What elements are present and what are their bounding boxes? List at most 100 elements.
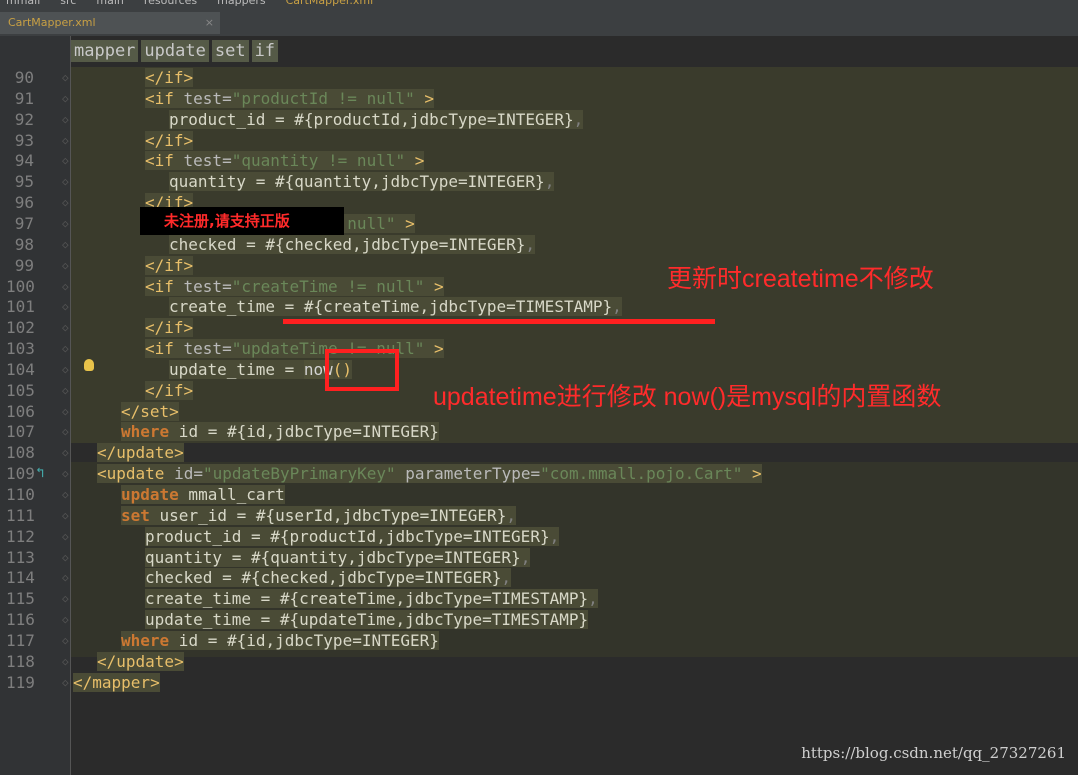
breadcrumb-item[interactable]: src — [60, 0, 76, 7]
fold-icon[interactable]: ◇ — [62, 463, 69, 484]
editor-tab-row: CartMapper.xml × — [0, 8, 1078, 37]
code-text[interactable]: </update> — [97, 442, 184, 463]
code-token: , — [520, 547, 531, 567]
code-text[interactable]: set user_id = #{userId,jdbcType=INTEGER}… — [121, 505, 516, 526]
code-text[interactable]: quantity = #{quantity,jdbcType=INTEGER}, — [145, 547, 531, 568]
code-text[interactable]: create_time = #{createTime,jdbcType=TIME… — [169, 296, 622, 317]
fold-icon[interactable]: ◇ — [62, 130, 69, 151]
fold-icon[interactable]: ◇ — [62, 255, 69, 276]
code-text[interactable]: </if> — [145, 67, 194, 88]
fold-icon[interactable]: ◇ — [62, 67, 69, 88]
code-text[interactable]: where id = #{id,jdbcType=INTEGER} — [121, 630, 439, 651]
breadcrumb-item[interactable]: mmall — [6, 0, 40, 7]
code-line: 110 ◇ update mmall_cart — [0, 484, 1078, 505]
fold-icon[interactable]: ◇ — [62, 505, 69, 526]
breadcrumb-item[interactable]: mappers — [217, 0, 265, 7]
code-token: <if — [145, 88, 184, 108]
code-text[interactable]: update mmall_cart — [121, 484, 285, 505]
code-text[interactable]: </if> — [145, 317, 194, 338]
breadcrumb-item[interactable]: main — [96, 0, 123, 7]
fold-icon[interactable]: ◇ — [62, 484, 69, 505]
fold-icon[interactable]: ◇ — [62, 609, 69, 630]
fold-icon[interactable]: ◇ — [62, 213, 69, 234]
code-text[interactable]: <if test="productId != null" > — [145, 88, 434, 109]
code-token: , — [506, 505, 516, 525]
code-text[interactable]: create_time = #{createTime,jdbcType=TIME… — [145, 588, 598, 609]
line-number: 91 — [14, 88, 34, 108]
fold-icon[interactable]: ◇ — [62, 359, 69, 380]
navigation-bar: mmall src main resources mappers CartMapper.x… — [0, 0, 1078, 8]
fold-icon[interactable]: ◇ — [62, 109, 69, 130]
code-token: <if — [145, 339, 184, 359]
code-text[interactable]: update_time = #{updateTime,jdbcType=TIME… — [145, 609, 589, 630]
code-line: 119 ◇ </mapper> — [0, 672, 1078, 693]
code-text[interactable]: </if> — [145, 255, 194, 276]
fold-icon[interactable]: ◇ — [62, 296, 69, 317]
override-arrow-icon[interactable]: ↰ — [36, 465, 44, 481]
fold-icon[interactable]: ◇ — [62, 150, 69, 171]
line-number: 95 — [14, 172, 34, 192]
line-number: 116 — [6, 610, 35, 630]
fold-icon[interactable]: ◇ — [62, 442, 69, 463]
fold-icon[interactable]: ◇ — [62, 171, 69, 192]
fold-icon[interactable]: ◇ — [62, 526, 69, 547]
code-line: 98 ◇ checked = #{checked,jdbcType=INTEGER}… — [0, 234, 1078, 255]
fold-icon[interactable]: ◇ — [62, 651, 69, 672]
fold-icon[interactable]: ◇ — [62, 630, 69, 651]
code-text[interactable]: </if> — [145, 130, 194, 151]
code-token: </set> — [121, 401, 179, 421]
code-text[interactable]: checked = #{checked,jdbcType=INTEGER}, — [169, 234, 536, 255]
fold-icon[interactable]: ◇ — [62, 317, 69, 338]
structure-item-mapper[interactable]: mapper — [71, 40, 139, 62]
code-text[interactable]: <update id="updateByPrimaryKey" paramete… — [97, 463, 762, 484]
code-text[interactable]: product_id = #{productId,jdbcType=INTEGE… — [169, 109, 584, 130]
code-text[interactable]: <if test="quantity != null" > — [145, 150, 425, 171]
code-text[interactable]: product_id = #{productId,jdbcType=INTEGE… — [145, 526, 560, 547]
fold-icon[interactable]: ◇ — [62, 276, 69, 297]
line-number: 109 — [6, 464, 35, 484]
breadcrumb-item[interactable]: resources — [144, 0, 197, 7]
close-icon[interactable]: × — [205, 12, 214, 34]
structure-item-set[interactable]: set — [211, 40, 249, 62]
code-text[interactable]: </if> — [145, 380, 194, 401]
line-number: 93 — [14, 130, 34, 150]
code-token: > — [424, 276, 444, 296]
code-token: where — [121, 630, 170, 650]
code-text[interactable]: </set> — [121, 401, 179, 422]
fold-icon[interactable]: ◇ — [62, 380, 69, 401]
lightbulb-icon[interactable] — [84, 359, 94, 371]
fold-icon[interactable]: ◇ — [62, 672, 69, 693]
fold-icon[interactable]: ◇ — [62, 421, 69, 442]
code-line: 112 ◇ product_id = #{productId,jdbcType=IN… — [0, 526, 1078, 547]
structure-item-if[interactable]: if — [251, 40, 279, 62]
file-tab[interactable]: CartMapper.xml × — [0, 12, 220, 34]
code-line: 118 ◇ </update> — [0, 651, 1078, 672]
code-token: test= — [183, 276, 232, 296]
code-token: mmall_cart — [178, 485, 285, 504]
line-number: 110 — [6, 485, 35, 504]
code-text[interactable]: quantity = #{quantity,jdbcType=INTEGER}, — [169, 171, 555, 192]
code-token: "quantity != null" — [231, 151, 406, 171]
fold-icon[interactable]: ◇ — [62, 338, 69, 359]
code-text[interactable]: where id = #{id,jdbcType=INTEGER} — [121, 421, 439, 442]
file-tab-title: CartMapper.xml — [8, 16, 96, 29]
code-text[interactable]: </mapper> — [73, 672, 160, 693]
code-token: update_time = #{updateTime,jdbcType=TIME… — [145, 610, 589, 630]
fold-icon[interactable]: ◇ — [62, 192, 69, 213]
code-text[interactable]: <if test="createTime != null" > — [145, 276, 444, 297]
breadcrumb-item[interactable]: CartMapper.xml — [286, 0, 374, 7]
fold-icon[interactable]: ◇ — [62, 588, 69, 609]
code-token: "com.mmall.pojo.Cart" — [540, 464, 743, 484]
fold-icon[interactable]: ◇ — [62, 547, 69, 568]
code-token: quantity = #{quantity,jdbcType=INTEGER} — [169, 172, 545, 192]
code-token: > — [424, 339, 444, 359]
fold-icon[interactable]: ◇ — [62, 401, 69, 422]
fold-icon[interactable]: ◇ — [62, 88, 69, 109]
code-text[interactable]: checked = #{checked,jdbcType=INTEGER}, — [145, 567, 512, 588]
structure-item-update[interactable]: update — [141, 40, 209, 62]
line-number: 90 — [14, 68, 34, 87]
code-text[interactable]: </update> — [97, 651, 184, 672]
fold-icon[interactable]: ◇ — [62, 567, 69, 588]
fold-icon[interactable]: ◇ — [62, 234, 69, 255]
code-token: </if> — [145, 318, 194, 338]
